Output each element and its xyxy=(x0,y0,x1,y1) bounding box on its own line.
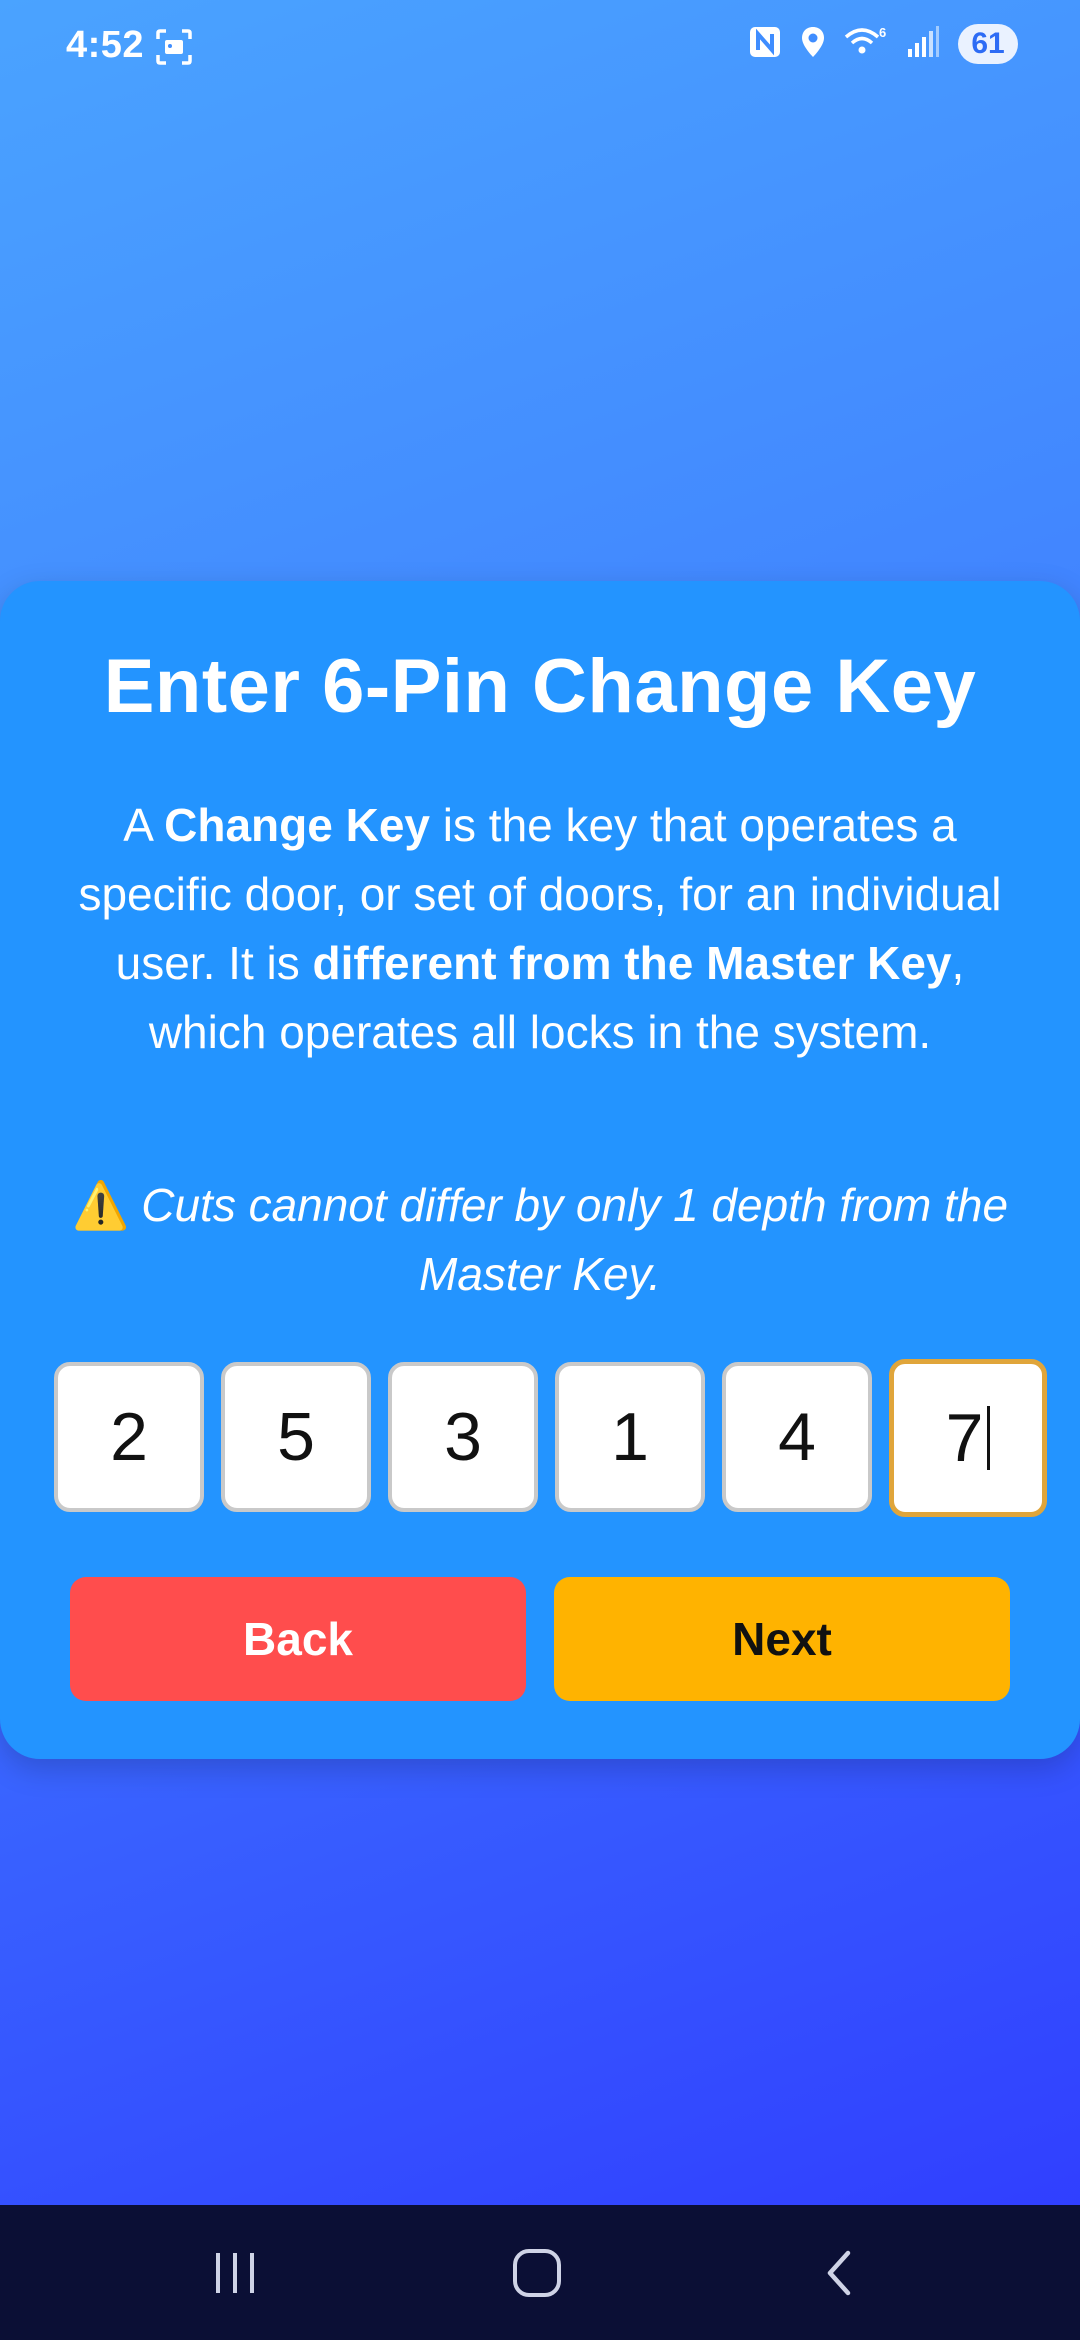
pin-input-6[interactable]: 7 xyxy=(889,1359,1047,1517)
signal-icon xyxy=(906,25,940,64)
warning-text: Cuts cannot differ by only 1 depth from … xyxy=(141,1179,1009,1300)
warning-icon: ⚠️ xyxy=(71,1179,130,1231)
wifi-6-icon: 6 xyxy=(844,25,888,64)
pin-input-4[interactable]: 1 xyxy=(555,1362,705,1512)
pin-input-2[interactable]: 5 xyxy=(221,1362,371,1512)
pin-inputs: 2 5 3 1 4 7 xyxy=(54,1359,1054,1522)
next-button[interactable]: Next xyxy=(554,1577,1010,1701)
status-bar: 4:52 6 61 xyxy=(0,0,1080,96)
description-text-1: A xyxy=(123,799,165,851)
back-button[interactable]: Back xyxy=(70,1577,526,1701)
pin-input-3[interactable]: 3 xyxy=(388,1362,538,1512)
location-icon xyxy=(800,25,826,64)
system-nav-bar xyxy=(0,2205,1080,2340)
page-title: Enter 6-Pin Change Key xyxy=(103,644,977,729)
status-icons: 6 61 xyxy=(748,24,1018,64)
back-nav-icon[interactable] xyxy=(820,2245,860,2306)
recent-apps-icon[interactable] xyxy=(210,2245,260,2306)
pin-input-5[interactable]: 4 xyxy=(722,1362,872,1512)
warning-note: ⚠️ Cuts cannot differ by only 1 depth fro… xyxy=(66,1171,1014,1309)
description-bold-2: different from the Master Key xyxy=(312,937,952,989)
battery-indicator: 61 xyxy=(958,24,1018,64)
screenshot-icon xyxy=(155,28,193,71)
svg-text:6: 6 xyxy=(879,25,886,40)
nfc-icon xyxy=(748,25,782,64)
text-caret xyxy=(987,1406,991,1470)
pin-input-1[interactable]: 2 xyxy=(54,1362,204,1512)
pin-input-6-value: 7 xyxy=(945,1400,984,1476)
change-key-card: Enter 6-Pin Change Key A Change Key is t… xyxy=(0,581,1080,1759)
status-time: 4:52 xyxy=(66,24,145,66)
description-bold-1: Change Key xyxy=(164,799,431,851)
home-icon[interactable] xyxy=(510,2245,566,2306)
description: A Change Key is the key that operates a … xyxy=(66,791,1014,1067)
